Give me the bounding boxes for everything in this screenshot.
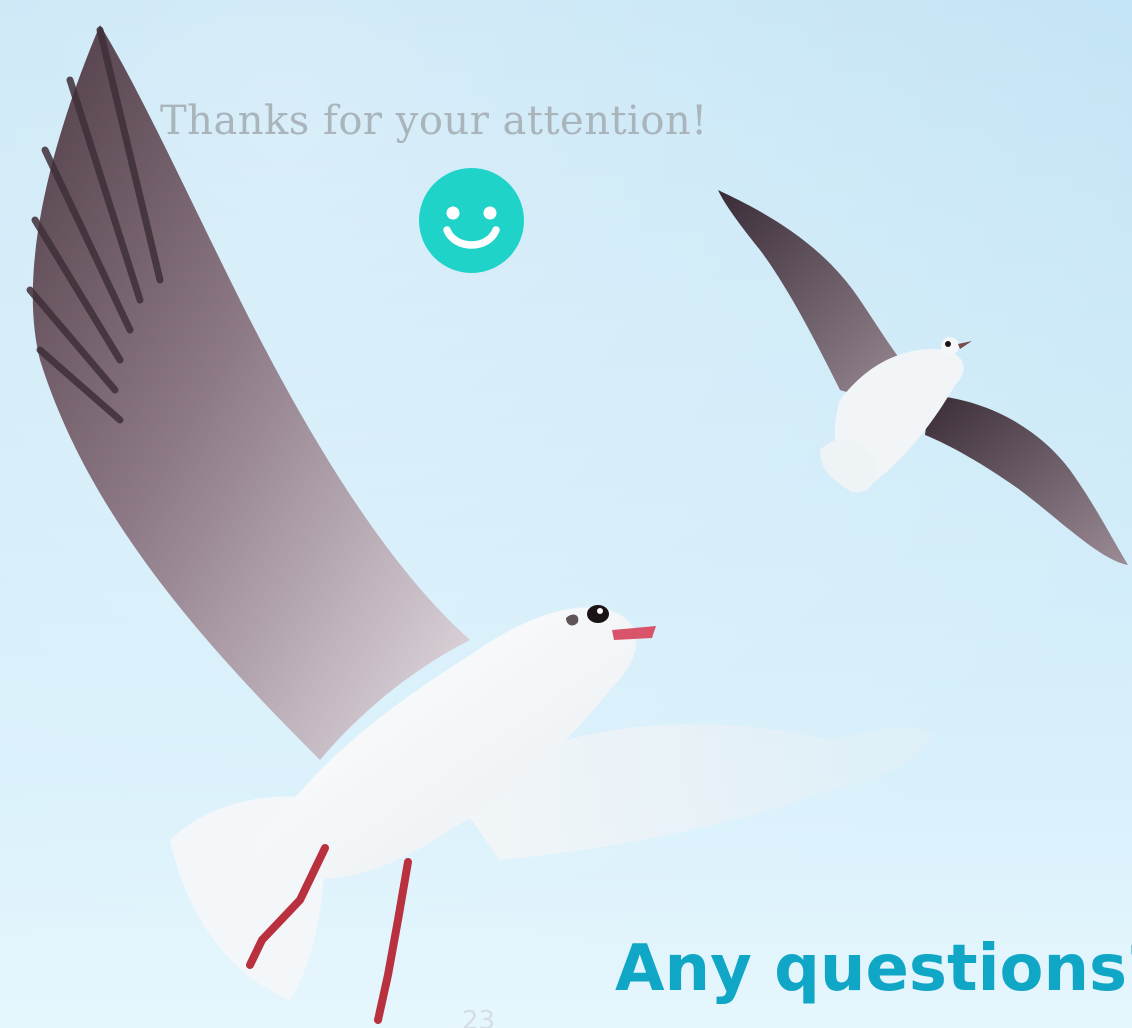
thanks-heading: Thanks for your attention! bbox=[160, 98, 708, 144]
page-number: 23 bbox=[462, 1006, 496, 1028]
smiley-face-icon bbox=[419, 168, 524, 273]
slide: Thanks for your attention! Any questions… bbox=[0, 0, 1132, 1028]
seagulls-photo bbox=[0, 0, 1132, 1028]
questions-heading: Any questions? bbox=[615, 932, 1132, 1006]
